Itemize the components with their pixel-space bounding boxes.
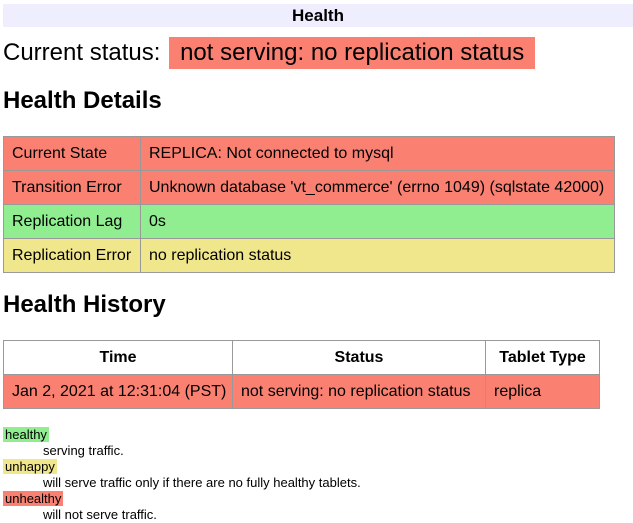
column-header-status: Status — [233, 341, 486, 375]
detail-value: Unknown database 'vt_commerce' (errno 10… — [141, 171, 615, 205]
current-status-label: Current status: — [3, 39, 160, 66]
legend-term-badge: unhappy — [3, 459, 57, 474]
health-history-heading: Health History — [3, 291, 633, 319]
detail-key: Replication Lag — [4, 205, 141, 239]
detail-key: Replication Error — [4, 239, 141, 273]
detail-row: Replication Errorno replication status — [4, 239, 615, 273]
legend-description: will serve traffic only if there are no … — [43, 475, 633, 491]
detail-row: Current StateREPLICA: Not connected to m… — [4, 137, 615, 171]
legend-term: unhappy — [3, 459, 633, 475]
history-tablet-type: replica — [486, 375, 600, 409]
health-details-table: Current StateREPLICA: Not connected to m… — [3, 136, 615, 273]
page-title: Health — [3, 4, 633, 27]
legend-description: serving traffic. — [43, 443, 633, 459]
legend-term: healthy — [3, 427, 633, 443]
history-time: Jan 2, 2021 at 12:31:04 (PST) — [4, 375, 233, 409]
current-status-line: Current status: not serving: no replicat… — [3, 37, 633, 69]
detail-key: Transition Error — [4, 171, 141, 205]
history-status: not serving: no replication status — [233, 375, 486, 409]
legend: healthyserving traffic.unhappywill serve… — [3, 427, 633, 523]
detail-row: Replication Lag0s — [4, 205, 615, 239]
detail-value: REPLICA: Not connected to mysql — [141, 137, 615, 171]
legend-term: unhealthy — [3, 491, 633, 507]
history-header-row: TimeStatusTablet Type — [4, 341, 600, 375]
detail-value: 0s — [141, 205, 615, 239]
current-status-badge: not serving: no replication status — [169, 37, 535, 69]
legend-term-badge: healthy — [3, 427, 49, 442]
detail-key: Current State — [4, 137, 141, 171]
health-details-heading: Health Details — [3, 87, 633, 115]
health-history-table: TimeStatusTablet Type Jan 2, 2021 at 12:… — [3, 340, 600, 409]
legend-term-badge: unhealthy — [3, 491, 63, 506]
detail-value: no replication status — [141, 239, 615, 273]
detail-row: Transition ErrorUnknown database 'vt_com… — [4, 171, 615, 205]
history-row: Jan 2, 2021 at 12:31:04 (PST)not serving… — [4, 375, 600, 409]
column-header-tablet-type: Tablet Type — [486, 341, 600, 375]
column-header-time: Time — [4, 341, 233, 375]
